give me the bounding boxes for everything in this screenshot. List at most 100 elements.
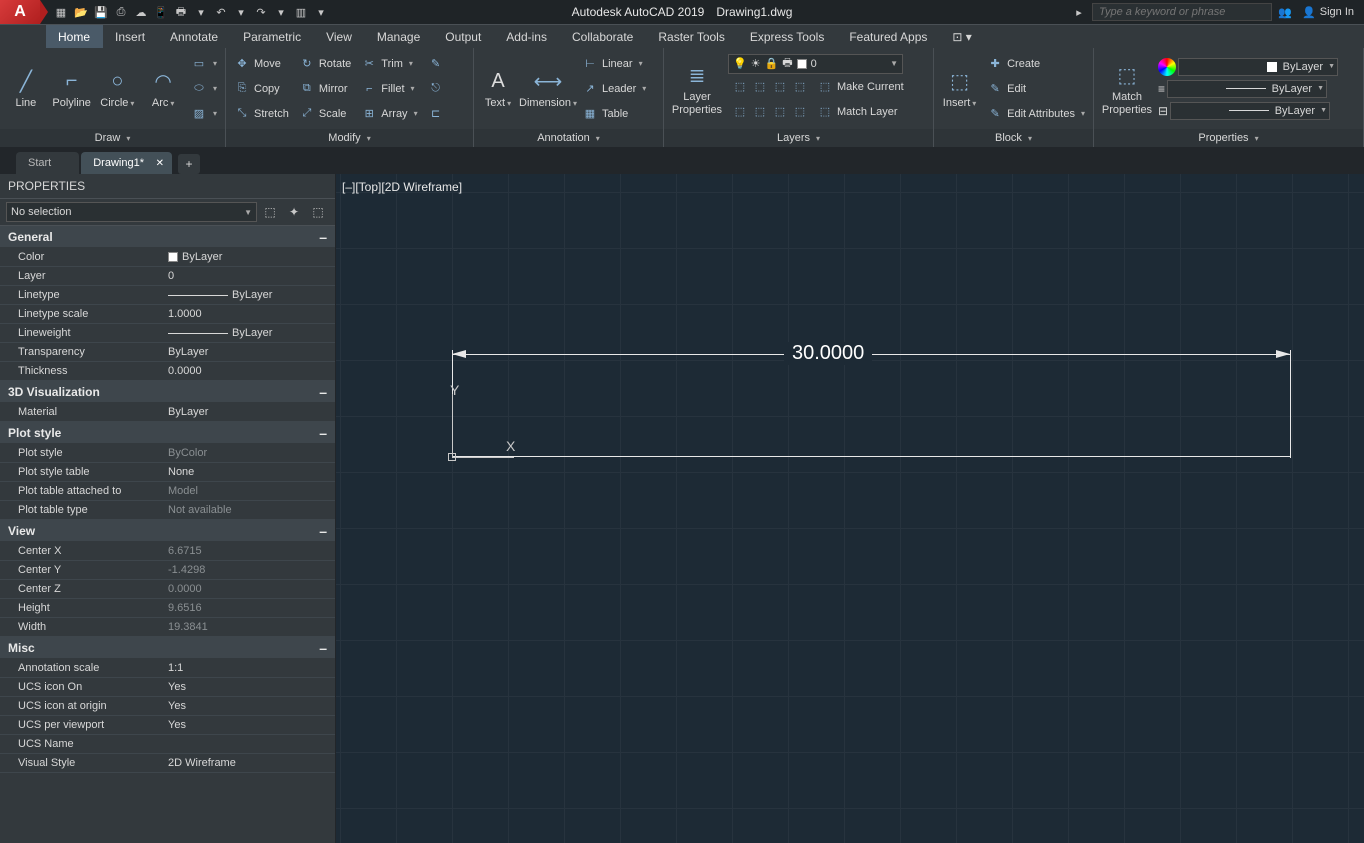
- stretch-button[interactable]: ⤡Stretch: [230, 102, 293, 126]
- prop-linetype[interactable]: LinetypeByLayer: [0, 286, 335, 305]
- selection-dropdown[interactable]: No selection▼: [6, 202, 257, 222]
- prop-center-x[interactable]: Center X6.6715: [0, 542, 335, 561]
- tab-addins[interactable]: Add-ins: [494, 25, 560, 48]
- category-view[interactable]: View–: [0, 520, 335, 542]
- circle-button[interactable]: ○Circle▾: [96, 50, 140, 127]
- viewport-label[interactable]: [–][Top][2D Wireframe]: [342, 180, 462, 194]
- linetype-ribbon-icon[interactable]: ⊟: [1158, 104, 1168, 118]
- search-input[interactable]: [1092, 3, 1272, 21]
- prop-height[interactable]: Height9.6516: [0, 599, 335, 618]
- panel-title-block[interactable]: Block▾: [934, 129, 1093, 147]
- edit-attr-button[interactable]: ✎Edit Attributes▾: [983, 102, 1089, 126]
- layer-misc-buttons[interactable]: ⬚⬚⬚⬚: [728, 75, 812, 99]
- edit-block-button[interactable]: ✎Edit: [983, 77, 1089, 101]
- search-arrow-icon[interactable]: ▸: [1070, 3, 1088, 21]
- tab-plus[interactable]: ⊡ ▾: [940, 25, 984, 48]
- prop-linetype-scale[interactable]: Linetype scale1.0000: [0, 305, 335, 324]
- drawing-canvas[interactable]: [–][Top][2D Wireframe] 30.0000 X Y: [336, 174, 1364, 843]
- tab-output[interactable]: Output: [433, 25, 494, 48]
- mobile-icon[interactable]: 📱: [152, 3, 170, 21]
- erase-button[interactable]: ✎: [424, 52, 448, 76]
- dimension-button[interactable]: ⟷Dimension▾: [520, 50, 576, 127]
- sign-in-button[interactable]: 👤 Sign In: [1298, 6, 1358, 19]
- saveas-icon[interactable]: ⎙: [112, 3, 130, 21]
- offset-button[interactable]: ⊏: [424, 102, 448, 126]
- tab-express[interactable]: Express Tools: [738, 25, 837, 48]
- prop-lineweight[interactable]: LineweightByLayer: [0, 324, 335, 343]
- open-icon[interactable]: 📂: [72, 3, 90, 21]
- panel-title-draw[interactable]: Draw▾: [0, 129, 225, 147]
- redo-icon[interactable]: ↷: [252, 3, 270, 21]
- color-combo[interactable]: ByLayer: [1178, 58, 1338, 76]
- line-button[interactable]: ╱Line: [4, 50, 48, 127]
- linear-button[interactable]: ⊢Linear▾: [578, 52, 650, 76]
- category-plot-style[interactable]: Plot style–: [0, 422, 335, 444]
- drawn-line[interactable]: [452, 456, 1290, 457]
- save-icon[interactable]: 💾: [92, 3, 110, 21]
- panel-title-modify[interactable]: Modify▾: [226, 129, 473, 147]
- layer-misc-buttons2[interactable]: ⬚⬚⬚⬚: [728, 100, 812, 124]
- rotate-button[interactable]: ↻Rotate: [295, 52, 355, 76]
- tab-raster[interactable]: Raster Tools: [646, 25, 737, 48]
- prop-ucs-name[interactable]: UCS Name: [0, 735, 335, 754]
- panel-title-properties[interactable]: Properties▾: [1094, 129, 1363, 147]
- category-misc[interactable]: Misc–: [0, 637, 335, 659]
- tab-view[interactable]: View: [314, 25, 365, 48]
- panel-title-layers[interactable]: Layers▾: [664, 129, 933, 147]
- panel-title-annotation[interactable]: Annotation▾: [474, 129, 663, 147]
- prop-plot-table-type[interactable]: Plot table typeNot available: [0, 501, 335, 520]
- qat-menu[interactable]: ▾: [312, 3, 330, 21]
- leader-button[interactable]: ↗Leader▾: [578, 77, 650, 101]
- tab-parametric[interactable]: Parametric: [231, 25, 314, 48]
- trim-button[interactable]: ✂Trim▾: [357, 52, 421, 76]
- insert-block-button[interactable]: ⬚Insert▾: [938, 50, 981, 127]
- make-current-button[interactable]: ⬚Make Current: [813, 75, 908, 99]
- layer-properties-button[interactable]: ≣Layer Properties: [668, 50, 726, 127]
- prop-ucs-per-viewport[interactable]: UCS per viewportYes: [0, 716, 335, 735]
- prop-center-y[interactable]: Center Y-1.4298: [0, 561, 335, 580]
- category-general[interactable]: General–: [0, 226, 335, 248]
- ellipse-button[interactable]: ⬭▾: [187, 77, 221, 101]
- tab-featured[interactable]: Featured Apps: [837, 25, 940, 48]
- app-logo[interactable]: A: [0, 0, 40, 24]
- publish-icon[interactable]: ☁: [132, 3, 150, 21]
- redo-dd[interactable]: ▾: [272, 3, 290, 21]
- tab-manage[interactable]: Manage: [365, 25, 433, 48]
- category-3d-visualization[interactable]: 3D Visualization–: [0, 381, 335, 403]
- text-button[interactable]: AText▾: [478, 50, 518, 127]
- tab-home[interactable]: Home: [46, 25, 103, 48]
- fillet-button[interactable]: ⌐Fillet▾: [357, 77, 421, 101]
- copy-button[interactable]: ⎘Copy: [230, 77, 293, 101]
- new-icon[interactable]: ▦: [52, 3, 70, 21]
- filetab-drawing1[interactable]: Drawing1*✕: [81, 152, 172, 174]
- color-wheel-icon[interactable]: [1158, 58, 1176, 76]
- prop-ucs-icon-at-origin[interactable]: UCS icon at originYes: [0, 697, 335, 716]
- prop-material[interactable]: MaterialByLayer: [0, 403, 335, 422]
- tab-annotate[interactable]: Annotate: [158, 25, 231, 48]
- linetype-combo[interactable]: ByLayer: [1170, 102, 1330, 120]
- match-properties-button[interactable]: ⬚Match Properties: [1098, 50, 1156, 127]
- prop-plot-table-attached-to[interactable]: Plot table attached toModel: [0, 482, 335, 501]
- scale-button[interactable]: ⤢Scale: [295, 102, 355, 126]
- prop-thickness[interactable]: Thickness0.0000: [0, 362, 335, 381]
- tab-insert[interactable]: Insert: [103, 25, 158, 48]
- lineweight-ribbon-icon[interactable]: ≡: [1158, 82, 1165, 96]
- explode-button[interactable]: ⎋: [424, 77, 448, 101]
- undo-icon[interactable]: ↶: [212, 3, 230, 21]
- match-layer-button[interactable]: ⬚Match Layer: [813, 100, 902, 124]
- dimension-text[interactable]: 30.0000: [784, 342, 872, 365]
- rect-button[interactable]: ▭▾: [187, 52, 221, 76]
- pickset-icon[interactable]: ✦: [283, 201, 305, 223]
- pim-icon[interactable]: ⬚: [307, 201, 329, 223]
- add-tab-button[interactable]: +: [178, 154, 200, 174]
- mirror-button[interactable]: ⧉Mirror: [295, 77, 355, 101]
- prop-transparency[interactable]: TransparencyByLayer: [0, 343, 335, 362]
- arc-button[interactable]: ◠Arc▾: [141, 50, 185, 127]
- move-button[interactable]: ✥Move: [230, 52, 293, 76]
- a360-icon[interactable]: 👥: [1276, 3, 1294, 21]
- lineweight-combo[interactable]: ByLayer: [1167, 80, 1327, 98]
- hatch-button[interactable]: ▨▾: [187, 102, 221, 126]
- prop-plot-style-table[interactable]: Plot style tableNone: [0, 463, 335, 482]
- prop-color[interactable]: ColorByLayer: [0, 248, 335, 267]
- dim-extension-2[interactable]: [1290, 350, 1291, 458]
